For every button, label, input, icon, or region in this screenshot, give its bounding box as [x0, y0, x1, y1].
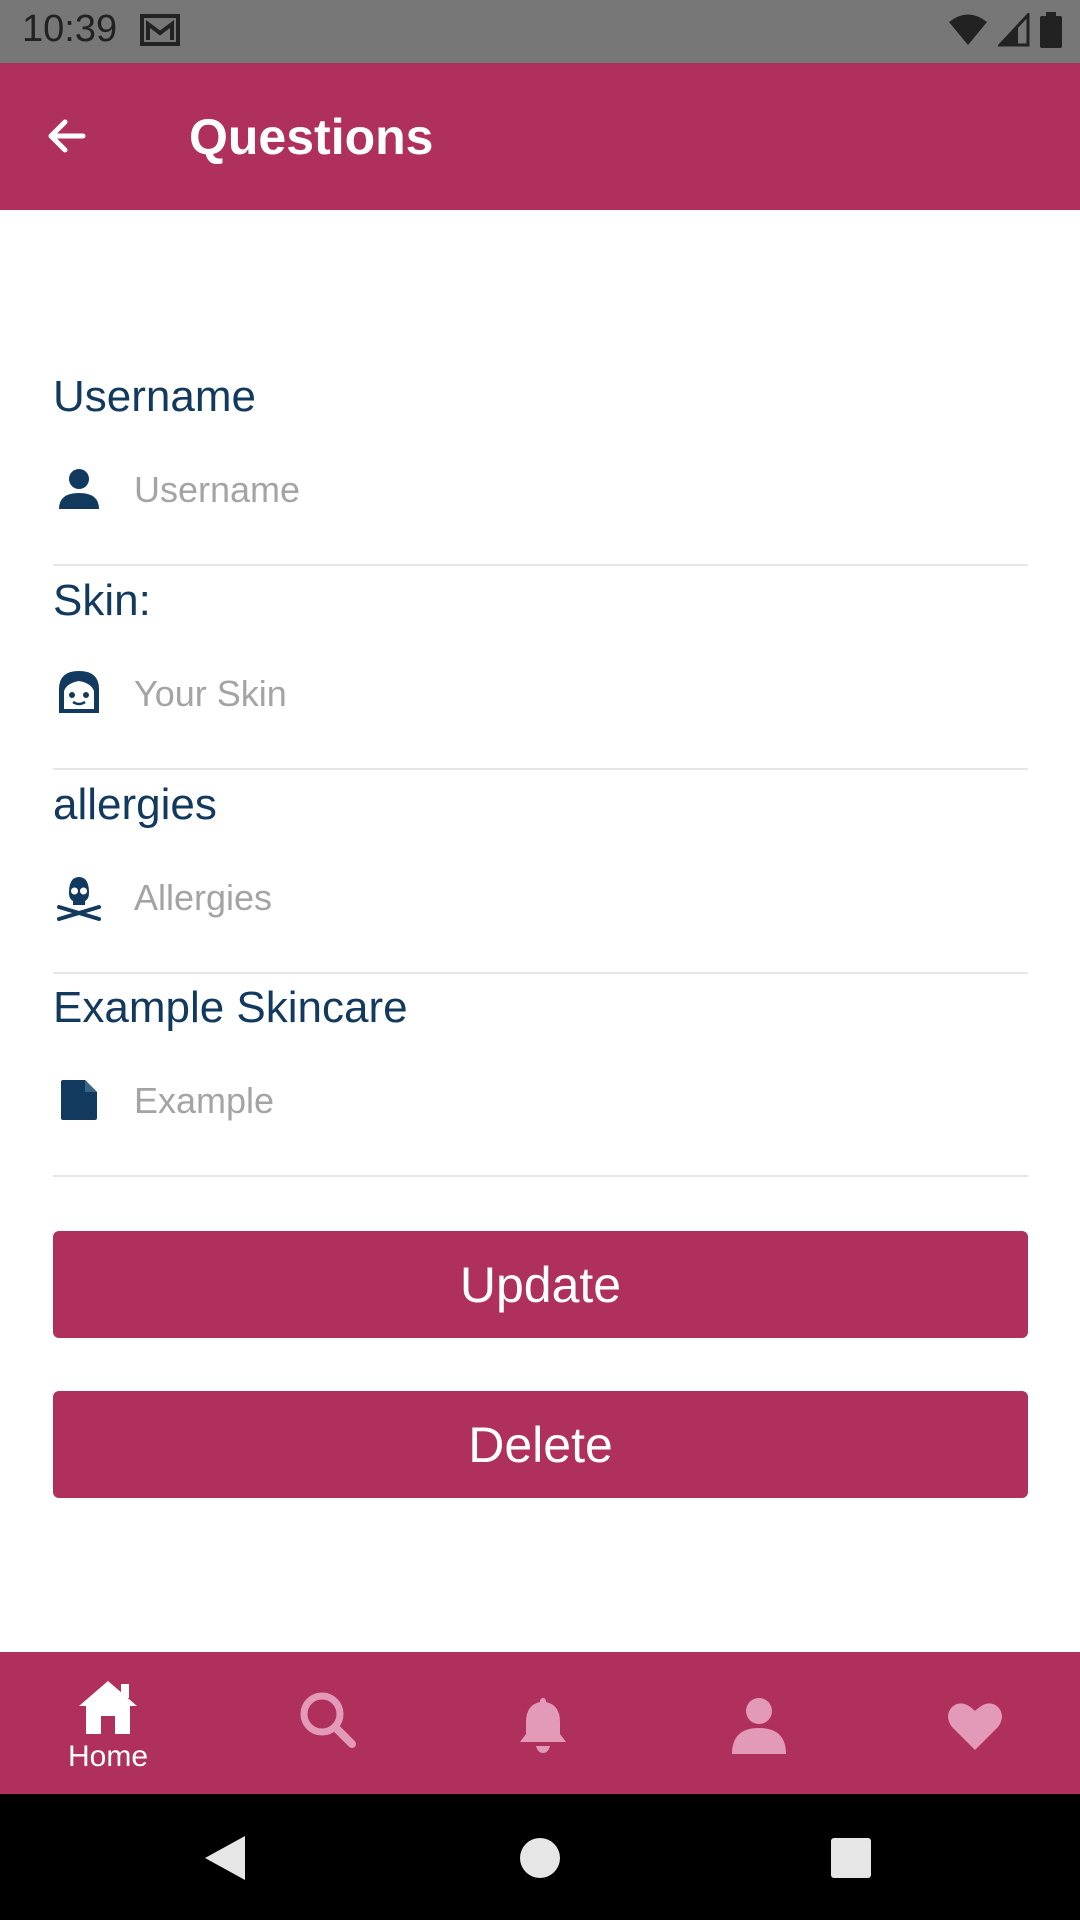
nav-notifications[interactable]	[435, 1652, 651, 1794]
arrow-left-icon	[48, 119, 86, 153]
nav-profile[interactable]	[651, 1652, 867, 1794]
person-icon	[53, 463, 105, 515]
username-input[interactable]	[132, 451, 1016, 529]
example-row	[53, 1062, 1028, 1142]
allergies-row	[53, 859, 1028, 939]
example-input[interactable]	[132, 1062, 1016, 1140]
username-row	[53, 451, 1028, 531]
heart-icon	[948, 1703, 1002, 1750]
status-icons	[948, 12, 1062, 48]
battery-icon	[1040, 12, 1062, 48]
example-skincare-label: Example Skincare	[53, 983, 408, 1032]
status-bar: 10:39	[0, 0, 1080, 63]
home-circle-icon[interactable]	[512, 1830, 568, 1886]
skin-label: Skin:	[53, 576, 151, 625]
app-bar: Questions	[0, 63, 1080, 210]
divider	[53, 564, 1028, 566]
bell-icon	[520, 1698, 566, 1753]
divider	[53, 768, 1028, 770]
update-button[interactable]: Update	[53, 1231, 1028, 1338]
mail-icon	[140, 14, 180, 46]
divider	[53, 972, 1028, 974]
delete-button[interactable]: Delete	[53, 1391, 1028, 1498]
back-button[interactable]	[38, 107, 96, 165]
file-icon	[53, 1074, 105, 1126]
system-nav-bar	[0, 1794, 1080, 1920]
divider	[53, 1175, 1028, 1177]
page-title: Questions	[189, 109, 434, 165]
face-icon	[53, 667, 105, 719]
person-icon	[732, 1698, 786, 1754]
bottom-nav: Home	[0, 1652, 1080, 1794]
back-triangle-icon[interactable]	[199, 1830, 255, 1886]
username-label: Username	[53, 372, 256, 421]
nav-favorites[interactable]	[867, 1652, 1080, 1794]
nav-home-label: Home	[67, 1740, 149, 1773]
allergies-input[interactable]	[132, 859, 1016, 937]
skin-input[interactable]	[132, 655, 1016, 733]
search-icon	[300, 1692, 356, 1748]
status-time: 10:39	[22, 8, 118, 50]
nav-home[interactable]: Home	[0, 1652, 216, 1794]
allergies-label: allergies	[53, 780, 217, 829]
recents-square-icon[interactable]	[823, 1830, 879, 1886]
skin-row	[53, 655, 1028, 735]
signal-icon	[998, 13, 1030, 47]
home-icon	[79, 1681, 137, 1734]
nav-search[interactable]	[219, 1652, 435, 1794]
wifi-icon	[949, 14, 987, 45]
skull-crossbones-icon	[53, 871, 105, 923]
